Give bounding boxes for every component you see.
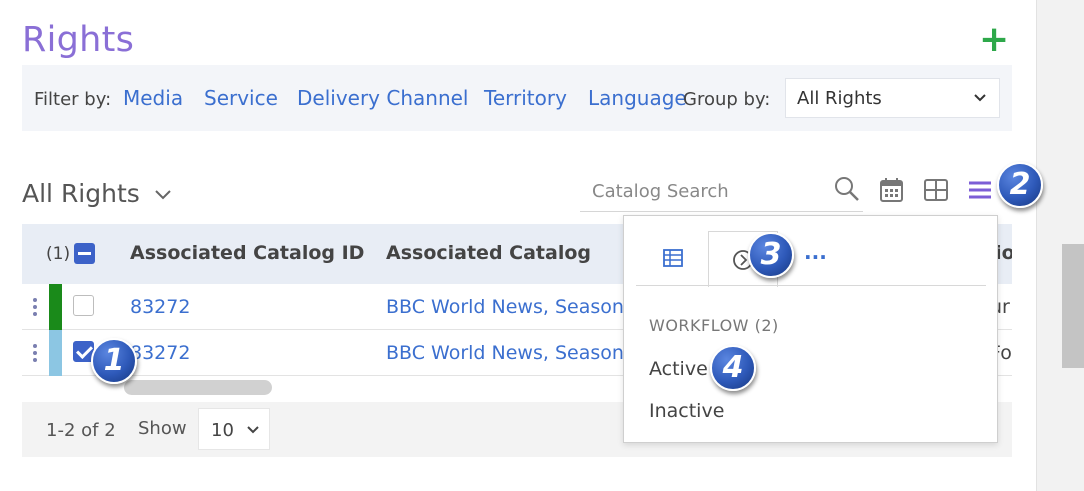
workflow-section-title: WORKFLOW (2): [649, 316, 779, 335]
column-header-catalog[interactable]: Associated Catalog: [386, 242, 591, 264]
panel-divider: [636, 285, 986, 286]
chevron-down-icon: [247, 426, 259, 434]
vertical-scrollbar-thumb[interactable]: [1062, 244, 1084, 368]
filter-service-link[interactable]: Service: [204, 86, 278, 110]
page-size-value: 10: [211, 420, 234, 441]
workflow-item-inactive[interactable]: Inactive: [649, 400, 724, 422]
page-title: Rights: [22, 20, 135, 60]
catalog-search-box: [580, 172, 863, 212]
table-icon: [663, 249, 683, 267]
add-right-button[interactable]: +: [979, 20, 1009, 60]
step-badge-2: 2: [997, 162, 1043, 208]
workflow-item-active[interactable]: Active: [649, 358, 708, 380]
catalog-search-input[interactable]: [580, 172, 830, 210]
list-icon[interactable]: [966, 176, 994, 204]
group-by-label: Group by:: [683, 89, 771, 110]
filter-delivery-channel-link[interactable]: Delivery Channel: [297, 86, 468, 110]
filter-territory-link[interactable]: Territory: [484, 86, 567, 110]
status-bar: [49, 284, 62, 330]
catalog-link[interactable]: BBC World News, Season 4: [386, 296, 642, 318]
filter-media-link[interactable]: Media: [123, 86, 183, 110]
page-size-select[interactable]: 10: [198, 408, 270, 450]
chevron-down-icon[interactable]: [153, 183, 173, 205]
filter-label: Filter by:: [34, 89, 112, 110]
pagination-range: 1-2 of 2: [46, 420, 116, 441]
horizontal-scrollbar-thumb[interactable]: [124, 380, 272, 395]
group-by-value: All Rights: [797, 88, 882, 109]
step-badge-1: 1: [91, 338, 137, 384]
tab-columns[interactable]: [638, 231, 708, 287]
drag-handle-icon[interactable]: [33, 344, 37, 364]
calendar-icon[interactable]: [878, 176, 906, 204]
filter-bar: Filter by: Media Service Delivery Channe…: [22, 65, 1012, 131]
chevron-down-icon: [974, 94, 986, 102]
selected-count: (1): [46, 244, 71, 264]
search-icon[interactable]: [834, 176, 860, 202]
row-checkbox[interactable]: [73, 295, 94, 316]
view-title[interactable]: All Rights: [22, 179, 140, 208]
column-header-catalog-id[interactable]: Associated Catalog ID: [130, 242, 364, 264]
tab-more[interactable]: ···: [794, 231, 834, 287]
show-label: Show: [138, 418, 187, 439]
plus-icon: +: [979, 19, 1010, 60]
column-settings-panel: ··· WORKFLOW (2) Active Inactive: [623, 215, 998, 443]
status-bar: [49, 330, 62, 376]
group-by-select[interactable]: All Rights: [785, 78, 1000, 118]
catalog-link[interactable]: BBC World News, Season 4: [386, 342, 642, 364]
catalog-id-link[interactable]: 83272: [130, 296, 190, 318]
select-all-checkbox[interactable]: [74, 243, 95, 264]
grid-icon[interactable]: [922, 176, 950, 204]
filter-language-link[interactable]: Language: [588, 86, 687, 110]
more-options-icon: ···: [804, 245, 827, 269]
step-badge-4: 4: [710, 345, 756, 391]
catalog-id-link[interactable]: 83272: [130, 342, 190, 364]
drag-handle-icon[interactable]: [33, 298, 37, 318]
step-badge-3: 3: [748, 232, 794, 278]
